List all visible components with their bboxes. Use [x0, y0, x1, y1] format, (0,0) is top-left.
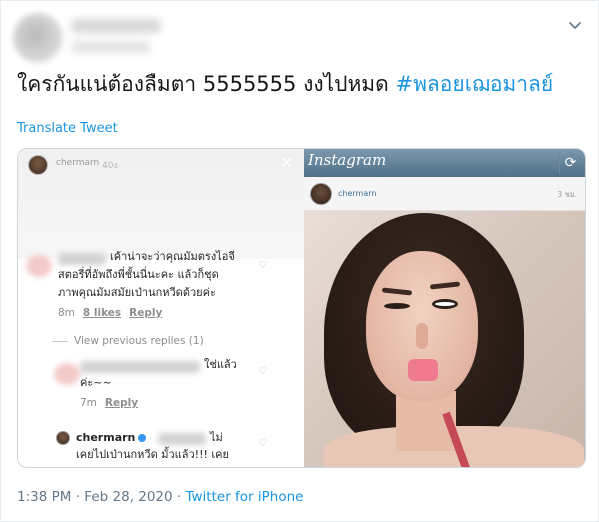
tweet-body: ใครกันแน่ต้องลืมตา 5555555 งงไปหมด: [17, 72, 396, 96]
separator: ·: [176, 489, 182, 505]
verified-badge-icon: [138, 434, 147, 442]
post-time: 40ง: [102, 161, 118, 171]
tweet-header: [11, 9, 591, 63]
tweet-time[interactable]: 1:38 PM: [17, 489, 71, 505]
avatar[interactable]: [13, 13, 63, 63]
hashtag-link[interactable]: #พลอยเฌอมาลย์: [395, 72, 553, 96]
photo-eye: [384, 303, 410, 309]
avatar: [310, 183, 332, 205]
comment-username: chermarn: [76, 431, 136, 444]
photo-nose: [416, 323, 428, 349]
chevron-down-icon[interactable]: [567, 17, 583, 33]
comment-line: ค่ะ~~: [80, 376, 112, 389]
tweet-footer: 1:38 PM · Feb 28, 2020 · Twitter for iPh…: [17, 489, 303, 505]
comment-likes: 8 likes: [82, 307, 122, 319]
comments-screenshot: chermarn 40ง ✕ เค้าน่าจะว่าคุณมัมตรงไอจี…: [18, 149, 304, 467]
translate-tweet-link[interactable]: Translate Tweet: [17, 121, 118, 136]
post-header: chermarn 3 ชม.: [304, 177, 585, 211]
commenter-name-blurred: [58, 253, 106, 265]
comment-age: 7m: [80, 397, 97, 409]
close-icon: ✕: [280, 153, 294, 172]
heart-icon: ♡: [258, 260, 267, 271]
heart-icon: ♡: [258, 438, 267, 449]
tweet-media[interactable]: chermarn 40ง ✕ เค้าน่าจะว่าคุณมัมตรงไอจี…: [17, 148, 586, 468]
refresh-icon: ⟳: [559, 152, 581, 174]
comment-line: ไม่: [210, 431, 223, 444]
avatar: [56, 431, 70, 445]
tweet-date[interactable]: Feb 28, 2020: [84, 489, 172, 505]
tweet-source-link[interactable]: Twitter for iPhone: [186, 489, 304, 505]
comment-meta: 7m Reply: [80, 397, 138, 409]
tweet-card: ใครกันแน่ต้องลืมตา 5555555 งงไปหมด #พลอย…: [0, 0, 599, 522]
commenter-name-blurred: [80, 361, 200, 373]
author-name-blurred[interactable]: [71, 19, 161, 33]
separator: ·: [75, 489, 80, 505]
post-username: chermarn: [338, 189, 377, 198]
comment-line: ใช่แล้ว: [204, 358, 237, 371]
post-photo: [304, 211, 585, 467]
view-previous-label: View previous replies (1): [74, 335, 204, 347]
comment-reply: Reply: [104, 397, 139, 409]
post-time: 3 ชม.: [557, 190, 577, 199]
divider: [52, 340, 68, 342]
comment-line: สตอรี่ที่อัพถึงพี่ชั้นนี่นะคะ แล้วก็ชุด: [58, 268, 219, 281]
author-handle-blurred: [71, 41, 151, 53]
mention-blurred: [158, 433, 206, 445]
instagram-navbar: Instagram ⟳: [304, 149, 585, 177]
commenter-avatar-blurred: [26, 255, 52, 277]
tweet-text: ใครกันแน่ต้องลืมตา 5555555 งงไปหมด #พลอย…: [17, 69, 553, 99]
photo-eye: [432, 299, 458, 309]
instagram-logo: Instagram: [308, 151, 387, 169]
heart-icon: ♡: [258, 366, 267, 377]
view-previous-replies: View previous replies (1): [52, 335, 204, 347]
commenter-avatar-blurred: [54, 363, 80, 385]
comment-author: chermarn: [76, 430, 149, 446]
photo-whistle: [408, 359, 438, 381]
comment-line: ภาพคุณมัมสมัยเป่านกหวีดด้วยค่ะ: [58, 286, 216, 299]
comment-meta: 8m 8 likes Reply: [58, 307, 162, 319]
comment-line: เคยไปเป่านกหวีด มั้วแล้ว!!! เคย: [76, 448, 229, 461]
comment-age: 8m: [58, 307, 75, 319]
instagram-screenshot: Instagram ⟳ chermarn 3 ชม.: [304, 149, 585, 467]
post-username: chermarn: [56, 158, 100, 168]
comment-reply: Reply: [129, 307, 163, 319]
comment-line: เค้าน่าจะว่าคุณมัมตรงไอจี: [110, 250, 235, 263]
avatar: [28, 155, 48, 175]
